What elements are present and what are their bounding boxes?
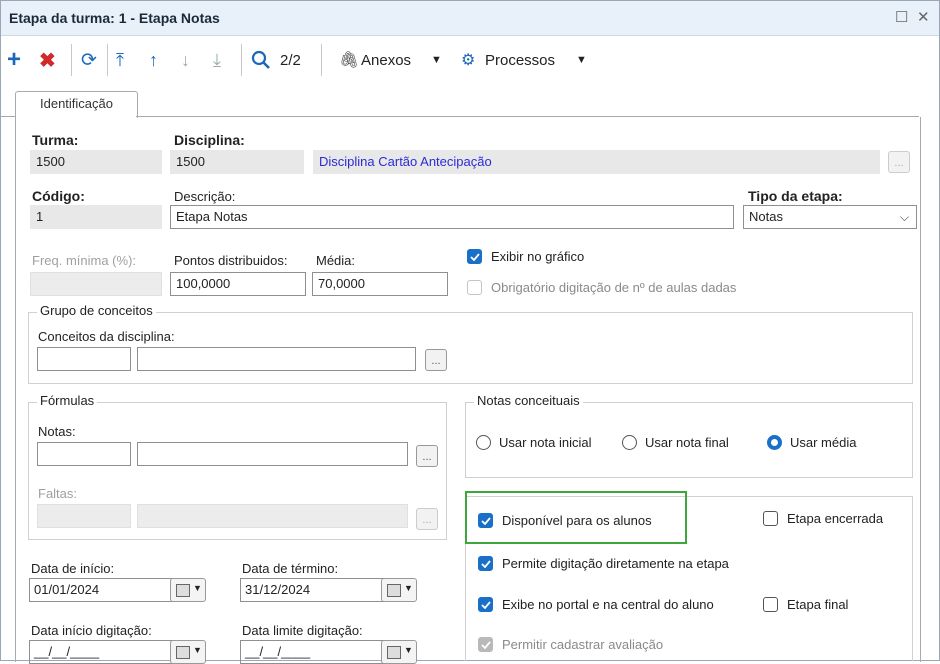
usar-media-label: Usar média (790, 435, 857, 450)
paperclip-icon: 🖇 (339, 52, 360, 69)
dropdown-arrow-icon: ▼ (193, 583, 202, 593)
etapa-encerrada-checkbox[interactable] (763, 511, 778, 526)
data-inicio-field[interactable]: 01/01/2024 (29, 578, 181, 602)
data-inicio-digitacao-field[interactable]: __/__/____ (29, 640, 181, 664)
add-icon[interactable]: + (7, 46, 21, 74)
tab-strip: Identificação (1, 85, 939, 118)
disciplina-lookup-button[interactable]: ... (888, 151, 910, 173)
exibir-grafico-label: Exibir no gráfico (491, 249, 585, 264)
pontos-label: Pontos distribuidos: (174, 253, 288, 268)
first-record-icon[interactable]: ⤒ (116, 46, 124, 74)
data-limite-digitacao-calendar-button[interactable]: ▼ (381, 640, 417, 664)
data-inicio-label: Data de início: (31, 561, 115, 576)
conceitos-lookup-button[interactable]: ... (425, 349, 447, 371)
close-icon[interactable]: ✕ (917, 8, 930, 26)
turma-field[interactable]: 1500 (30, 150, 162, 174)
etapa-encerrada-label: Etapa encerrada (787, 511, 884, 526)
faltas-formula-code-field (37, 504, 131, 528)
disponivel-alunos-label: Disponível para os alunos (502, 513, 652, 528)
faltas-formula-name-field (137, 504, 408, 528)
gear-icon: ⚙ (461, 52, 476, 69)
processos-dropdown-icon[interactable]: ▼ (576, 46, 587, 74)
notas-conceituais-title: Notas conceituais (474, 393, 583, 408)
grupo-conceitos-title: Grupo de conceitos (37, 303, 156, 318)
codigo-field[interactable]: 1 (30, 205, 162, 229)
media-label: Média: (316, 253, 356, 268)
processos-menu[interactable]: Processos (485, 46, 555, 74)
conceitos-name-field[interactable] (137, 347, 416, 371)
exibe-portal-label: Exibe no portal e na central do aluno (502, 597, 714, 612)
faltas-formula-label: Faltas: (38, 486, 78, 501)
codigo-label: Código: (32, 188, 85, 204)
chevron-down-icon: ⌵ (899, 210, 909, 224)
media-field[interactable]: 70,0000 (312, 272, 448, 296)
usar-media-radio[interactable] (767, 435, 782, 450)
notas-formula-name-field[interactable] (137, 442, 408, 466)
etapa-final-checkbox[interactable] (763, 597, 778, 612)
dropdown-arrow-icon: ▼ (404, 645, 413, 655)
anexos-dropdown-icon[interactable]: ▼ (431, 46, 442, 74)
data-limite-digitacao-label: Data limite digitação: (242, 623, 363, 638)
calendar-icon (387, 584, 401, 597)
calendar-icon (387, 646, 401, 659)
window-title: Etapa da turma: 1 - Etapa Notas (9, 10, 220, 26)
turma-label: Turma: (32, 132, 79, 148)
conceitos-code-field[interactable] (37, 347, 131, 371)
notas-formula-code-field[interactable] (37, 442, 131, 466)
data-inicio-digitacao-calendar-button[interactable]: ▼ (170, 640, 206, 664)
tipo-etapa-select[interactable]: Notas ⌵ (743, 205, 917, 229)
notas-formula-label: Notas: (38, 424, 76, 439)
descricao-label: Descrição: (174, 189, 236, 204)
disciplina-name-field[interactable]: Disciplina Cartão Antecipação (313, 150, 880, 174)
tipo-etapa-value: Notas (749, 209, 783, 224)
tab-identificacao[interactable]: Identificação (15, 91, 138, 118)
permite-digitacao-checkbox[interactable] (478, 556, 493, 571)
usar-nota-inicial-label: Usar nota inicial (499, 435, 592, 450)
usar-nota-final-radio[interactable] (622, 435, 637, 450)
faltas-formula-lookup-button: ... (416, 508, 438, 530)
data-termino-field[interactable]: 31/12/2024 (240, 578, 392, 602)
freq-minima-label: Freq. mínima (%): (32, 253, 137, 268)
dropdown-arrow-icon: ▼ (193, 645, 202, 655)
last-record-icon[interactable]: ⤓ (213, 46, 221, 74)
anexos-menu[interactable]: Anexos (361, 46, 411, 74)
descricao-field[interactable]: Etapa Notas (170, 205, 734, 229)
data-termino-calendar-button[interactable]: ▼ (381, 578, 417, 602)
calendar-icon (176, 646, 190, 659)
toolbar: + ✖ ⟳ ⤒ ↑ ↓ ⤓ 2/2 🖇 Anexos ▼ ⚙ Processos… (1, 36, 939, 84)
usar-nota-inicial-radio[interactable] (476, 435, 491, 450)
conceitos-label: Conceitos da disciplina: (38, 329, 175, 344)
calendar-icon (176, 584, 190, 597)
data-inicio-digitacao-label: Data início digitação: (31, 623, 152, 638)
data-termino-label: Data de término: (242, 561, 339, 576)
record-pager: 2/2 (280, 51, 301, 69)
maximize-icon[interactable]: ☐ (895, 8, 908, 26)
obrigatorio-aulas-label: Obrigatório digitação de nº de aulas dad… (491, 280, 737, 295)
permitir-avaliacao-label: Permitir cadastrar avaliação (502, 637, 664, 652)
data-limite-digitacao-field[interactable]: __/__/____ (240, 640, 392, 664)
search-icon[interactable] (251, 46, 271, 74)
notas-formula-lookup-button[interactable]: ... (416, 445, 438, 467)
delete-icon[interactable]: ✖ (39, 46, 56, 74)
next-record-icon[interactable]: ↓ (181, 46, 190, 74)
pontos-field[interactable]: 100,0000 (170, 272, 306, 296)
exibe-portal-checkbox[interactable] (478, 597, 493, 612)
disciplina-code-field[interactable]: 1500 (170, 150, 304, 174)
disponivel-alunos-checkbox[interactable] (478, 513, 493, 528)
refresh-icon[interactable]: ⟳ (81, 46, 97, 74)
tipo-etapa-label: Tipo da etapa: (748, 188, 843, 204)
etapa-final-label: Etapa final (787, 597, 849, 612)
obrigatorio-aulas-checkbox (467, 280, 482, 295)
usar-nota-final-label: Usar nota final (645, 435, 729, 450)
title-bar: Etapa da turma: 1 - Etapa Notas ☐ ✕ (1, 1, 939, 36)
exibir-grafico-checkbox[interactable] (467, 249, 482, 264)
previous-record-icon[interactable]: ↑ (149, 46, 158, 74)
data-inicio-calendar-button[interactable]: ▼ (170, 578, 206, 602)
dropdown-arrow-icon: ▼ (404, 583, 413, 593)
disciplina-label: Disciplina: (174, 132, 245, 148)
formulas-title: Fórmulas (37, 393, 98, 408)
freq-minima-field (30, 272, 162, 296)
permitir-avaliacao-checkbox (478, 637, 493, 652)
permite-digitacao-label: Permite digitação diretamente na etapa (502, 556, 729, 571)
